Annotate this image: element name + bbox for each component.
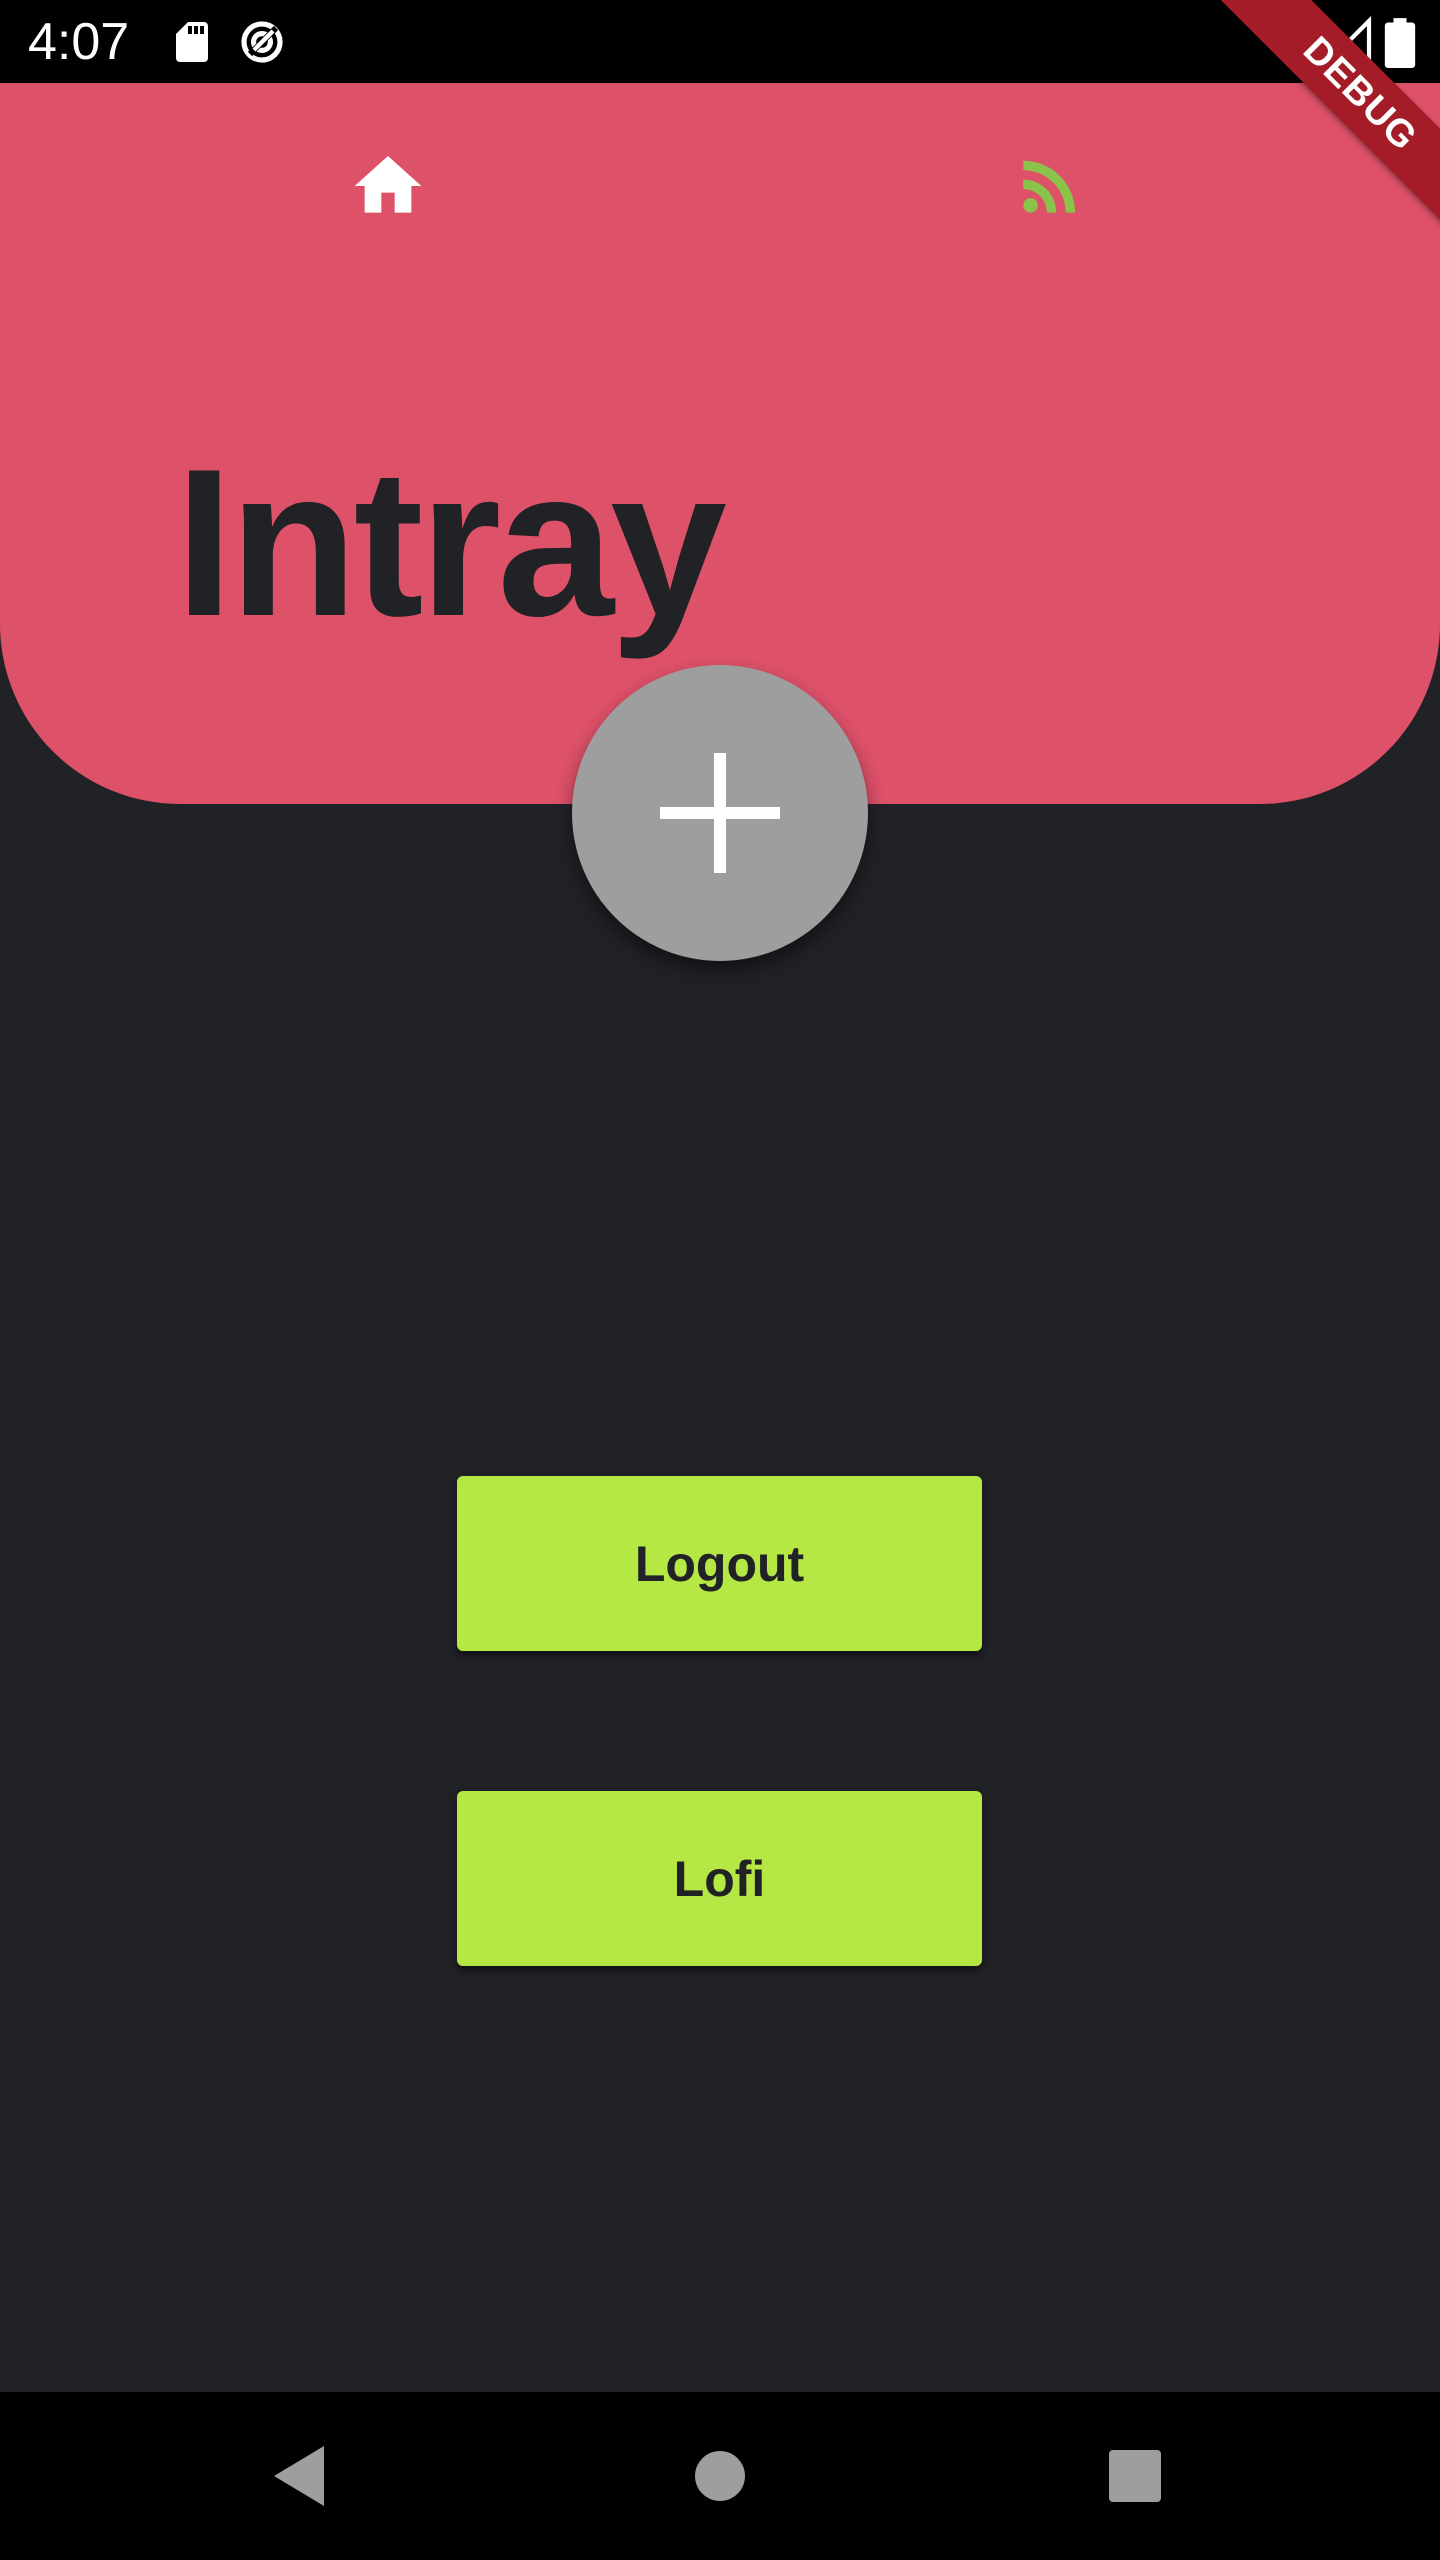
sd-card-icon	[168, 18, 216, 66]
system-nav-bar	[0, 2392, 1440, 2560]
plus-icon	[660, 753, 780, 873]
home-system-button[interactable]	[680, 2436, 760, 2516]
logout-button[interactable]: Logout	[457, 1476, 982, 1651]
nav-home-button[interactable]	[348, 146, 428, 226]
home-icon	[354, 156, 422, 213]
back-button[interactable]	[262, 2436, 342, 2516]
add-button[interactable]	[572, 665, 868, 961]
sync-icon	[238, 18, 286, 66]
page-title: Intray	[175, 425, 727, 660]
home-circle-icon	[695, 2451, 745, 2501]
lofi-button[interactable]: Lofi	[457, 1791, 982, 1966]
wifi-icon	[1256, 14, 1312, 70]
battery-icon	[1380, 16, 1420, 69]
status-time: 4:07	[28, 13, 130, 71]
rss-feed-icon	[1023, 160, 1076, 213]
signal-icon	[1320, 14, 1376, 70]
back-icon	[274, 2446, 324, 2506]
nav-feed-button[interactable]	[1010, 146, 1090, 226]
app-screen: 4:07 Intray Logout Lofi DEBUG	[0, 0, 1440, 2560]
recents-icon	[1109, 2450, 1161, 2502]
status-bar: 4:07	[0, 0, 1440, 83]
recents-button[interactable]	[1095, 2436, 1175, 2516]
